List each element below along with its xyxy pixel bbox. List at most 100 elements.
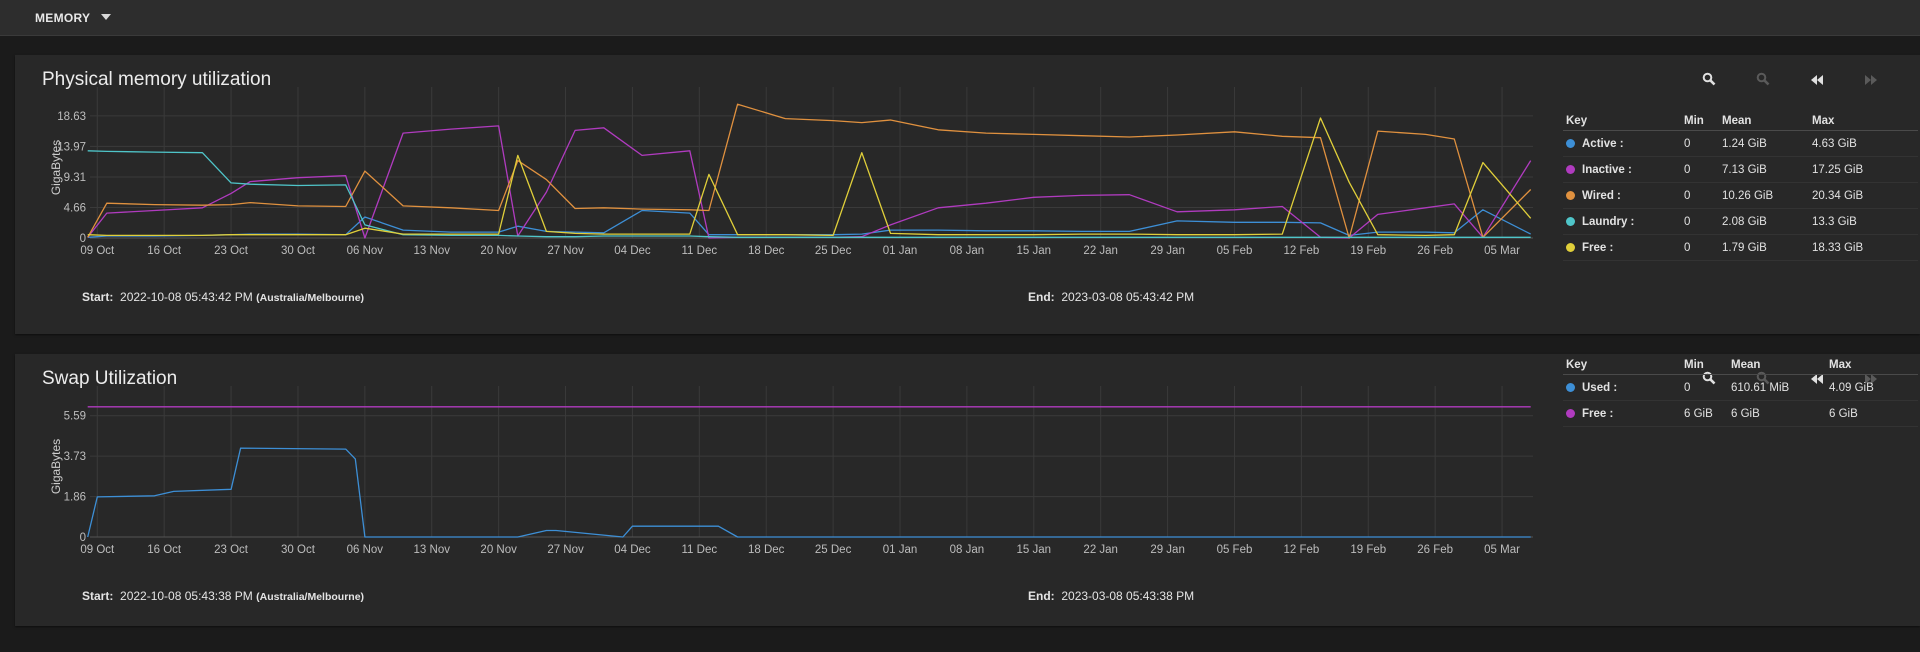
legend-min: 0 [1681,208,1719,235]
x-tick-label: 06 Nov [347,544,384,556]
start-value: 2022-10-08 05:43:42 PM [120,290,253,304]
swap-chart[interactable]: 09 Oct 16 Oct 23 Oct 30 Oct 06 Nov 13 Nov 20 N… [15,384,1560,584]
legend-mean: 2.08 GiB [1719,208,1809,235]
caret-down-icon[interactable] [101,14,111,20]
legend-row: Active : 0 1.24 GiB 4.63 GiB [1563,130,1918,157]
y-tick-label: 1.86 [64,492,86,504]
legend-color-dot [1566,216,1575,226]
legend-key[interactable]: Free : [1563,400,1681,427]
x-tick-label: 23 Oct [214,245,249,257]
x-tick-label: 13 Nov [414,245,451,257]
start-value: 2022-10-08 05:43:38 PM [120,589,253,603]
x-tick-label: 05 Feb [1217,245,1253,257]
legend-header-max: Max [1809,113,1918,131]
end-range: End: 2023-03-08 05:43:42 PM [1028,290,1194,304]
swap-legend-table: Key Min Mean Max Used : 0 610.61 MiB 4.09 G… [1563,357,1918,427]
legend-key-label: Active : [1582,137,1624,150]
memory-category-label[interactable]: MEMORY [35,11,90,25]
legend-color-dot [1566,242,1575,252]
x-tick-label: 01 Jan [883,544,918,556]
x-tick-label: 01 Jan [883,245,918,257]
legend-max: 13.3 GiB [1809,208,1918,235]
start-range: Start: 2022-10-08 05:43:38 PM (Australia… [82,589,364,603]
x-tick-label: 20 Nov [480,544,517,556]
legend-max: 17.25 GiB [1809,156,1918,183]
memory-chart[interactable]: 09 Oct 16 Oct 23 Oct 30 Oct 06 Nov 13 Nov 20 N… [15,85,1560,285]
legend-row: Laundry : 0 2.08 GiB 13.3 GiB [1563,208,1918,235]
legend-header-max: Max [1826,357,1918,375]
legend-max: 4.63 GiB [1809,130,1918,157]
start-timezone: (Australia/Melbourne) [256,591,365,603]
legend-key[interactable]: Used : [1563,374,1681,401]
series-line-used[interactable] [87,447,1531,538]
series-line-inactive[interactable] [87,125,1532,239]
x-tick-label: 26 Feb [1417,544,1453,556]
legend-min: 6 GiB [1681,400,1728,427]
x-tick-label: 22 Jan [1083,544,1118,556]
legend-key[interactable]: Active : [1563,130,1681,157]
x-tick-label: 25 Dec [815,544,852,556]
x-tick-label: 09 Oct [80,544,115,556]
rewind-icon[interactable] [1805,70,1829,94]
x-tick-label: 15 Jan [1017,544,1052,556]
x-tick-label: 26 Feb [1417,245,1453,257]
x-tick-label: 09 Oct [80,245,115,257]
legend-header-mean: Mean [1728,357,1826,375]
series-line-wired[interactable] [87,103,1532,239]
legend-max: 4.09 GiB [1826,374,1918,401]
forward-icon[interactable] [1859,70,1883,94]
legend-key[interactable]: Inactive : [1563,156,1681,183]
legend-mean: 1.79 GiB [1719,234,1809,261]
legend-color-dot [1566,382,1575,392]
x-tick-label: 22 Jan [1083,245,1118,257]
series-line-active[interactable] [87,209,1531,238]
legend-key[interactable]: Wired : [1563,182,1681,209]
x-tick-label: 18 Dec [748,245,785,257]
legend-min: 0 [1681,234,1719,261]
x-tick-label: 12 Feb [1283,544,1319,556]
y-tick-label: 3.73 [64,451,86,463]
x-tick-label: 13 Nov [414,544,451,556]
legend-key-label: Inactive : [1582,163,1632,176]
zoom-out-icon[interactable] [1751,70,1775,94]
x-tick-label: 30 Oct [281,245,316,257]
legend-mean: 10.26 GiB [1719,182,1809,209]
x-tick-label: 04 Dec [614,544,651,556]
legend-key[interactable]: Free : [1563,234,1681,261]
legend-min: 0 [1681,130,1719,157]
y-tick-label: 0 [80,532,86,544]
top-bar: MEMORY [0,0,1920,36]
x-tick-label: 23 Oct [214,544,249,556]
legend-header-key: Key [1563,113,1681,131]
legend-mean: 6 GiB [1728,400,1826,427]
legend-key-label: Free : [1582,241,1614,254]
start-range: Start: 2022-10-08 05:43:42 PM (Australia… [82,290,364,304]
end-value: 2023-03-08 05:43:38 PM [1061,589,1195,603]
series-line-laundry[interactable] [87,150,1531,238]
legend-row: Wired : 0 10.26 GiB 20.34 GiB [1563,182,1918,209]
legend-row: Free : 0 1.79 GiB 18.33 GiB [1563,234,1918,261]
x-tick-label: 29 Jan [1150,245,1185,257]
legend-min: 0 [1681,374,1728,401]
x-tick-label: 05 Mar [1484,245,1520,257]
legend-mean: 7.13 GiB [1719,156,1809,183]
legend-max: 18.33 GiB [1809,234,1918,261]
x-tick-label: 15 Jan [1017,245,1052,257]
legend-row: Used : 0 610.61 MiB 4.09 GiB [1563,374,1918,401]
legend-header-key: Key [1563,357,1681,375]
legend-header-min: Min [1681,357,1728,375]
end-value: 2023-03-08 05:43:42 PM [1061,290,1195,304]
legend-row: Inactive : 0 7.13 GiB 17.25 GiB [1563,156,1918,183]
x-tick-label: 11 Dec [682,245,718,257]
y-axis-title: GigaBytes [49,439,63,494]
x-tick-label: 27 Nov [547,544,584,556]
y-tick-label: 5.59 [64,411,86,423]
x-tick-label: 16 Oct [147,245,182,257]
legend-key[interactable]: Laundry : [1563,208,1681,235]
legend-max: 6 GiB [1826,400,1918,427]
y-tick-label: 0 [80,233,86,245]
x-tick-label: 04 Dec [614,245,651,257]
start-timezone: (Australia/Melbourne) [256,292,365,304]
zoom-in-icon[interactable] [1697,70,1721,94]
legend-mean: 1.24 GiB [1719,130,1809,157]
